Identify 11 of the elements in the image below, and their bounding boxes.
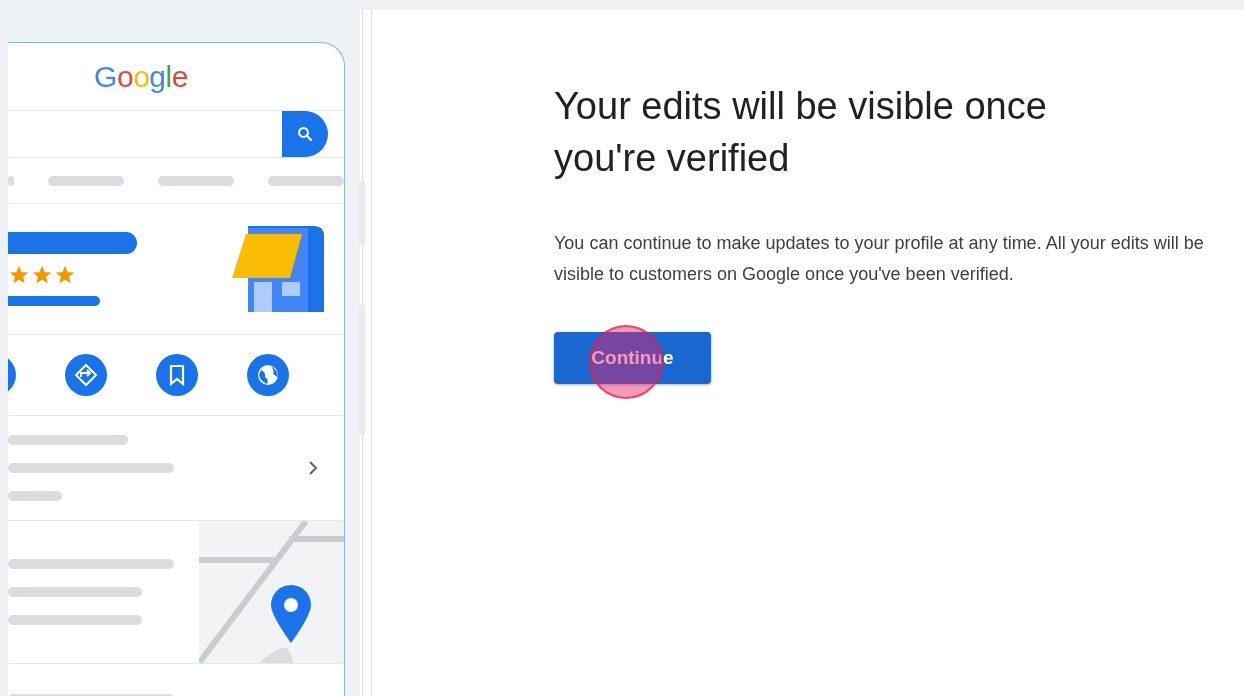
logo-text: Google xyxy=(94,59,188,94)
placeholder-bar xyxy=(8,175,14,186)
globe-icon xyxy=(247,354,289,396)
chevron-right-icon xyxy=(308,460,318,476)
placeholder-bar xyxy=(8,491,62,501)
storefront-icon xyxy=(232,226,324,312)
directions-icon xyxy=(65,354,107,396)
dialog-message: You can continue to make updates to your profile at any time. All your edits will be visible to customers on Google once you've been verified. xyxy=(554,232,1205,286)
search-icon xyxy=(282,111,328,157)
bookmark-icon xyxy=(156,354,198,396)
dialog-heading: Your edits will be visible once you're verified xyxy=(554,84,1048,181)
